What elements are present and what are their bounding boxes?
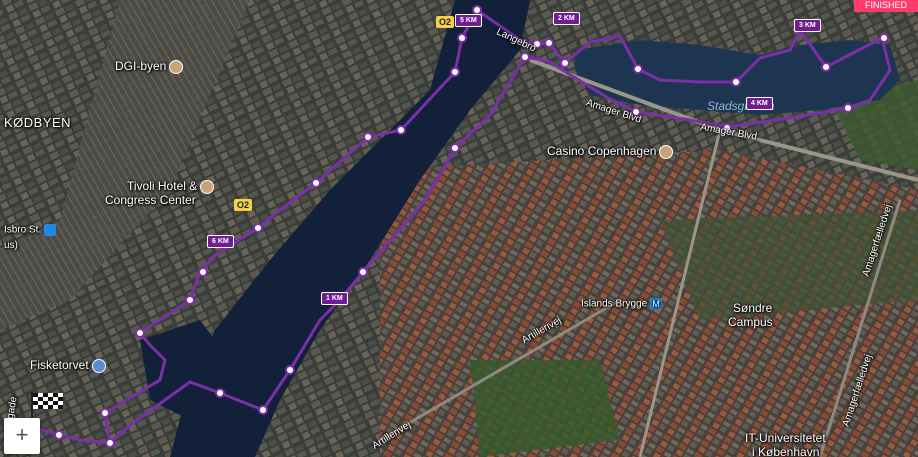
metro-icon: M [650,298,663,310]
label-tivoli-hotel-1: Tivoli Hotel & [127,179,215,194]
waypoint [358,267,368,277]
waypoint [843,103,853,113]
label-dgi-text: DGI-byen [115,59,167,74]
label-dgi-byen: DGI-byen [115,59,184,74]
shopping-icon [91,359,106,373]
waypoint [363,132,373,142]
km-marker-3: 3 KM [794,19,821,32]
road-badge-o2: O2 [234,199,253,211]
label-islands-brygge: Islands Brygge M [581,298,663,310]
waypoint [311,178,321,188]
label-kodbyen: KØDBYEN [4,115,72,130]
waypoint [544,38,554,48]
waypoint [520,52,530,62]
label-sondre-1: Søndre [733,301,773,315]
waypoint [633,64,643,74]
poi-icon [659,145,674,159]
km-marker-1: 1 KM [321,292,348,305]
waypoint [285,365,295,375]
label-us: us) [4,240,18,251]
waypoint [54,430,64,440]
map-view[interactable]: KØDBYEN DGI-byen Tivoli Hotel & Congress… [0,0,918,457]
top-right-button[interactable]: FINISHED [854,0,918,12]
waypoint [100,408,110,418]
waypoint [450,67,460,77]
waypoint [105,438,115,448]
label-islands-brygge-text: Islands Brygge [581,298,648,310]
waypoint [258,405,268,415]
waypoint [472,5,482,15]
waypoint [135,328,145,338]
label-it-uni-2: i København [752,445,820,457]
label-casino: Casino Copenhagen [547,144,674,159]
waypoint [560,58,570,68]
waypoint [731,77,741,87]
poi-icon [169,60,184,74]
label-fisketorvet: Fisketorvet [30,359,106,373]
waypoint [253,223,263,233]
label-casino-text: Casino Copenhagen [547,144,657,159]
waypoint [457,33,467,43]
waypoint [215,388,225,398]
km-marker-4: 4 KM [746,97,773,110]
km-marker-5: 5 KM [455,14,482,27]
label-isbro: Isbro St. [4,224,57,236]
checkered-flag-icon [31,392,63,420]
waypoint [450,143,460,153]
km-marker-6: 6 KM [207,235,234,248]
label-it-uni-1: IT-Universitetet [745,431,826,445]
waypoint [396,125,406,135]
label-fisketorvet-text: Fisketorvet [30,358,89,373]
km-marker-2: 2 KM [553,12,580,25]
waypoint [879,33,889,43]
waypoint [185,295,195,305]
waypoint [821,62,831,72]
zoom-in-button[interactable]: + [4,418,40,454]
poi-icon [200,180,215,194]
bus-icon [44,224,57,236]
label-isbro-text: Isbro St. [4,224,42,236]
road-badge-o2: O2 [436,16,455,28]
label-tivoli-hotel-2: Congress Center [105,193,196,207]
label-tivoli-text: Tivoli Hotel & [127,179,198,194]
waypoint [198,267,208,277]
label-sondre-2: Campus [728,315,773,329]
